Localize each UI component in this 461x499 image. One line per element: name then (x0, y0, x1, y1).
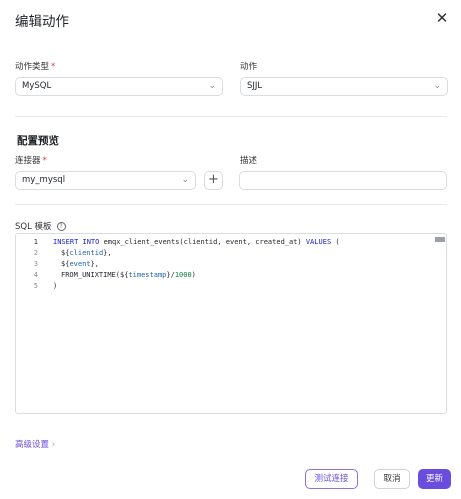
action-label: 动作 (240, 62, 258, 72)
connector-label-text: 连接器 (15, 156, 41, 166)
dialog-title: 编辑动作 (15, 14, 69, 30)
action-type-value: MySQL (22, 81, 52, 91)
connector-value: my_mysql (22, 175, 66, 185)
line-number: 1 (33, 238, 38, 246)
connector-label: 连接器 * (15, 154, 47, 166)
action-type-select[interactable]: MySQL ⌄ (15, 77, 223, 96)
action-type-label: 动作类型 * (15, 60, 55, 72)
add-connector-button[interactable]: + (204, 171, 223, 190)
close-icon[interactable]: ✕ (434, 10, 450, 26)
sql-template-label-text: SQL 模板 (15, 222, 52, 232)
chevron-down-icon: ⌄ (433, 81, 441, 91)
help-icon[interactable]: ? (56, 222, 66, 231)
advanced-settings-link[interactable]: 高级设置 › (15, 438, 55, 450)
description-input[interactable] (239, 171, 447, 190)
action-select[interactable]: SJJL ⌄ (240, 77, 448, 96)
sql-template-label: SQL 模板? (15, 220, 66, 232)
connector-select[interactable]: my_mysql ⌄ (15, 171, 196, 190)
required-star: * (51, 62, 56, 72)
action-value: SJJL (247, 81, 263, 91)
chevron-down-icon: ⌄ (208, 81, 216, 91)
line-number: 5 (33, 282, 38, 290)
test-connection-button[interactable]: 测试连接 (305, 469, 358, 489)
code-line: ) (53, 282, 58, 290)
config-heading: 配置预览 (17, 135, 59, 147)
code-line: ${event}, (61, 260, 99, 268)
plus-icon: + (208, 172, 219, 187)
action-type-label-text: 动作类型 (15, 62, 50, 72)
code-line: ${clientid}, (61, 249, 112, 257)
cancel-button[interactable]: 取消 (374, 469, 410, 489)
update-button[interactable]: 更新 (418, 469, 451, 489)
editor-scrollbar[interactable] (435, 237, 445, 242)
divider (15, 116, 447, 117)
advanced-settings-label: 高级设置 (15, 440, 50, 450)
divider (15, 204, 447, 205)
required-star: * (42, 156, 47, 166)
sql-editor[interactable]: 1 2 3 4 5 INSERT INTO emqx_client_events… (15, 233, 447, 414)
line-number: 4 (33, 271, 38, 279)
line-number: 2 (33, 249, 38, 257)
description-label: 描述 (240, 156, 258, 166)
code-line: FROM_UNIXTIME(${timestamp}/1000) (61, 271, 196, 279)
line-number: 3 (33, 260, 38, 268)
chevron-down-icon: ⌄ (181, 175, 189, 185)
chevron-right-icon: › (51, 440, 56, 450)
code-line: INSERT INTO emqx_client_events(clientid,… (53, 238, 340, 246)
